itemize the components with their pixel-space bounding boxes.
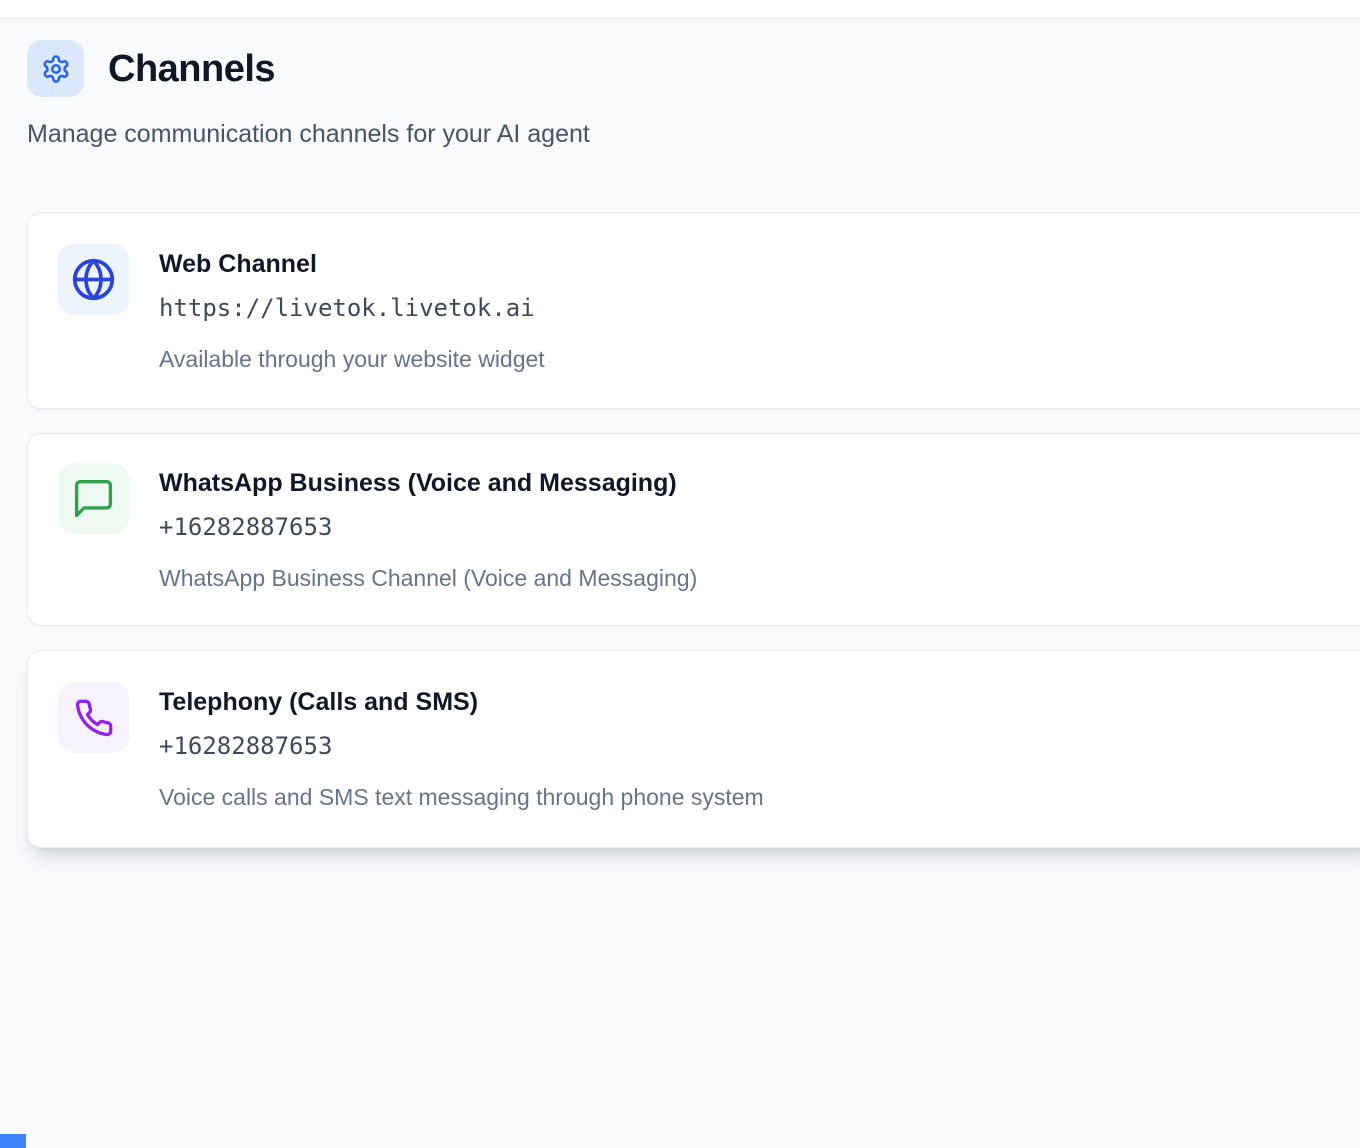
channel-description: Voice calls and SMS text messaging throu… bbox=[159, 782, 764, 812]
page-header: Channels bbox=[27, 40, 275, 97]
page-title: Channels bbox=[108, 50, 275, 88]
phone-icon bbox=[74, 698, 114, 738]
message-square-icon bbox=[71, 476, 116, 521]
channels-badge bbox=[27, 40, 84, 97]
card-text-block: Telephony (Calls and SMS) +16282887653 V… bbox=[159, 681, 764, 812]
channel-value: +16282887653 bbox=[159, 731, 764, 761]
channel-card-telephony[interactable]: Telephony (Calls and SMS) +16282887653 V… bbox=[27, 650, 1360, 848]
channel-value: https://livetok.livetok.ai bbox=[159, 293, 545, 323]
bottom-left-partial-element bbox=[0, 1134, 26, 1148]
channel-name: Web Channel bbox=[159, 247, 545, 281]
channel-description: Available through your website widget bbox=[159, 344, 545, 374]
channel-value: +16282887653 bbox=[159, 512, 697, 542]
gear-icon bbox=[41, 54, 71, 84]
page-subtitle: Manage communication channels for your A… bbox=[27, 119, 590, 149]
channel-list: Web Channel https://livetok.livetok.ai A… bbox=[27, 212, 1360, 848]
channel-card-whatsapp[interactable]: WhatsApp Business (Voice and Messaging) … bbox=[27, 433, 1360, 626]
web-channel-icon-badge bbox=[58, 244, 129, 315]
top-bar bbox=[0, 0, 1360, 19]
whatsapp-channel-icon-badge bbox=[58, 463, 129, 534]
telephony-channel-icon-badge bbox=[58, 682, 129, 753]
channel-name: WhatsApp Business (Voice and Messaging) bbox=[159, 466, 697, 500]
channel-name: Telephony (Calls and SMS) bbox=[159, 685, 764, 719]
globe-icon bbox=[71, 257, 116, 302]
channel-description: WhatsApp Business Channel (Voice and Mes… bbox=[159, 563, 697, 593]
card-text-block: Web Channel https://livetok.livetok.ai A… bbox=[159, 243, 545, 374]
channel-card-web[interactable]: Web Channel https://livetok.livetok.ai A… bbox=[27, 212, 1360, 409]
card-text-block: WhatsApp Business (Voice and Messaging) … bbox=[159, 462, 697, 593]
